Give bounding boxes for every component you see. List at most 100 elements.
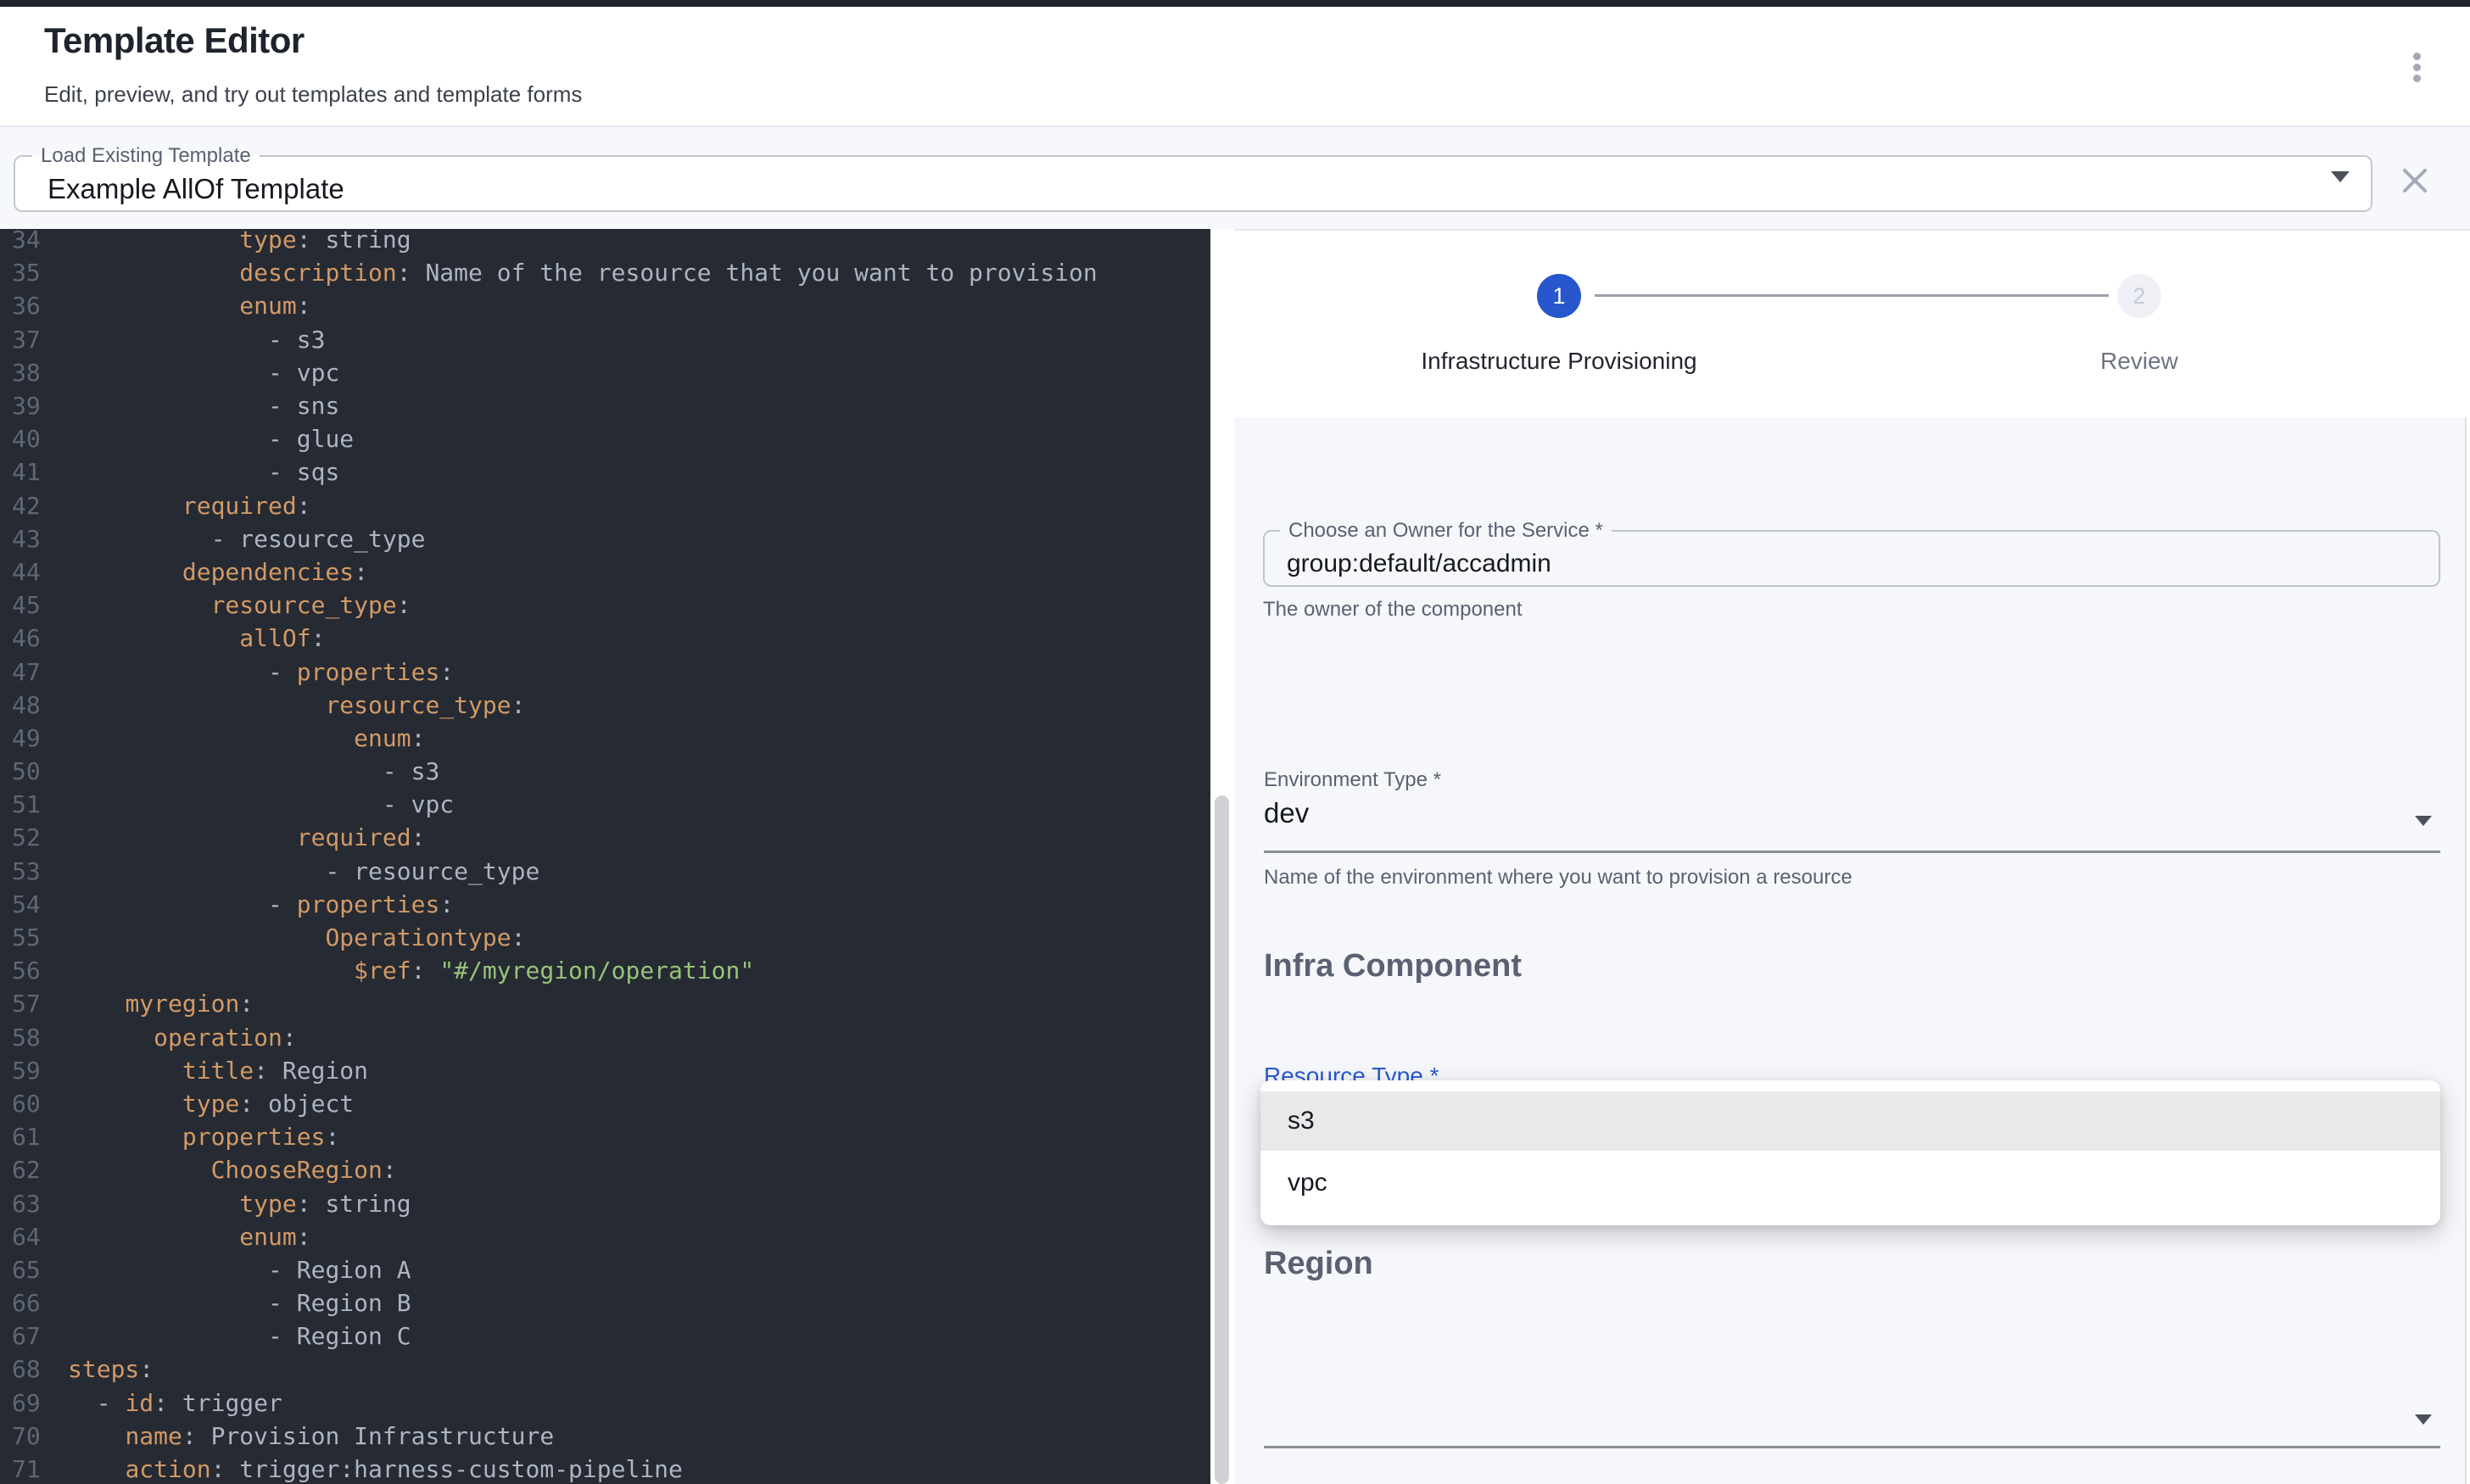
code-line[interactable]: 70 name: Provision Infrastructure [0,1420,1210,1453]
code-line[interactable]: 45 resource_type: [0,589,1210,622]
line-number: 54 [0,890,68,918]
code-line[interactable]: 54 - properties: [0,888,1210,921]
chevron-down-icon[interactable] [2415,816,2432,826]
region-heading: Region [1264,1246,1373,1282]
code-text: action: trigger:harness-custom-pipeline [68,1455,683,1483]
line-number: 48 [0,691,68,719]
code-line[interactable]: 49 enum: [0,722,1210,755]
code-line[interactable]: 44 dependencies: [0,555,1210,589]
code-line[interactable]: 69 - id: trigger [0,1386,1210,1420]
line-number: 43 [0,525,68,553]
line-number: 71 [0,1455,68,1483]
line-number: 51 [0,790,68,818]
code-line[interactable]: 66 - Region B [0,1286,1210,1319]
code-line[interactable]: 37 - s3 [0,323,1210,356]
code-text: steps: [68,1355,154,1383]
line-number: 35 [0,259,68,287]
line-number: 65 [0,1256,68,1284]
code-line[interactable]: 35 description: Name of the resource tha… [0,256,1210,289]
code-text: enum: [68,724,425,752]
clear-template-button[interactable] [2399,165,2431,197]
code-line[interactable]: 40 - glue [0,422,1210,455]
code-line[interactable]: 58 operation: [0,1021,1210,1054]
code-text: dependencies: [68,558,368,586]
resource-option-s3[interactable]: s3 [1260,1091,2440,1151]
code-line[interactable]: 52 required: [0,821,1210,854]
code-line[interactable]: 51 - vpc [0,788,1210,821]
code-line[interactable]: 61 properties: [0,1120,1210,1153]
line-number: 55 [0,923,68,951]
more-options-button[interactable] [2404,49,2429,93]
code-line[interactable]: 34 type: string [0,229,1210,256]
code-text: required: [68,492,311,520]
code-line[interactable]: 36 enum: [0,289,1210,322]
resource-type-dropdown-menu: s3vpc [1260,1080,2440,1225]
page-title: Template Editor [44,20,305,61]
line-number: 60 [0,1090,68,1118]
line-number: 59 [0,1057,68,1085]
line-number: 69 [0,1389,68,1417]
chevron-down-icon[interactable] [2331,171,2350,182]
code-line[interactable]: 56 $ref: "#/myregion/operation" [0,954,1210,987]
code-text: - resource_type [68,525,425,553]
line-number: 64 [0,1223,68,1251]
code-line[interactable]: 42 required: [0,489,1210,522]
code-line[interactable]: 60 type: object [0,1087,1210,1120]
infra-component-heading: Infra Component [1264,948,1522,985]
code-line[interactable]: 57 myregion: [0,987,1210,1020]
code-line[interactable]: 59 title: Region [0,1054,1210,1087]
step-2-circle[interactable]: 2 [2117,274,2161,318]
load-template-select[interactable]: Load Existing Template Example AllOf Tem… [14,144,2372,212]
step-1-circle[interactable]: 1 [1537,274,1581,318]
code-text: myregion: [68,990,254,1018]
line-number: 46 [0,624,68,652]
kebab-dot-icon [2413,53,2421,60]
code-line[interactable]: 55 Operationtype: [0,921,1210,954]
owner-field[interactable]: Choose an Owner for the Service * group:… [1263,519,2440,587]
code-text: Operationtype: [68,923,525,951]
code-line[interactable]: 67 - Region C [0,1319,1210,1353]
load-template-label: Load Existing Template [32,144,260,168]
line-number: 53 [0,857,68,885]
line-number: 68 [0,1355,68,1383]
code-line[interactable]: 71 action: trigger:harness-custom-pipeli… [0,1453,1210,1484]
yaml-code-editor[interactable]: 34 type: string35 description: Name of t… [0,229,1210,1484]
code-text: - Region B [68,1289,411,1317]
code-text: type: object [68,1090,354,1118]
code-line[interactable]: 62 ChooseRegion: [0,1153,1210,1186]
code-line[interactable]: 38 - vpc [0,356,1210,389]
code-line[interactable]: 41 - sqs [0,455,1210,488]
code-text: - properties: [68,890,454,918]
code-text: - id: trigger [68,1389,282,1417]
code-line[interactable]: 65 - Region A [0,1253,1210,1286]
line-number: 49 [0,724,68,752]
code-line[interactable]: 48 resource_type: [0,689,1210,722]
code-line[interactable]: 47 - properties: [0,655,1210,688]
code-line[interactable]: 63 type: string [0,1186,1210,1219]
code-line[interactable]: 50 - s3 [0,755,1210,788]
code-text: enum: [68,1223,311,1251]
line-number: 63 [0,1190,68,1218]
code-lines: 34 type: string35 description: Name of t… [0,229,1210,1484]
code-line[interactable]: 43 - resource_type [0,522,1210,555]
code-line[interactable]: 64 enum: [0,1220,1210,1253]
editor-scrollbar-thumb[interactable] [1215,795,1229,1484]
close-icon [2399,165,2431,197]
code-text: - sqs [68,458,339,486]
step-1-label: Infrastructure Provisioning [1305,348,1813,375]
editor-scrollbar-track[interactable] [1210,229,1234,1484]
code-line[interactable]: 53 - resource_type [0,855,1210,888]
chevron-down-icon[interactable] [2415,1414,2432,1425]
line-number: 37 [0,326,68,354]
environment-type-value[interactable]: dev [1264,797,1309,829]
environment-helper-text: Name of the environment where you want t… [1264,866,1852,890]
code-text: properties: [68,1123,339,1151]
code-line[interactable]: 39 - sns [0,389,1210,422]
resource-option-vpc[interactable]: vpc [1260,1151,2440,1214]
owner-field-value: group:default/accadmin [1287,550,1551,578]
code-line[interactable]: 68steps: [0,1353,1210,1386]
line-number: 67 [0,1322,68,1350]
code-text: required: [68,823,425,851]
code-text: allOf: [68,624,325,652]
code-line[interactable]: 46 allOf: [0,622,1210,655]
